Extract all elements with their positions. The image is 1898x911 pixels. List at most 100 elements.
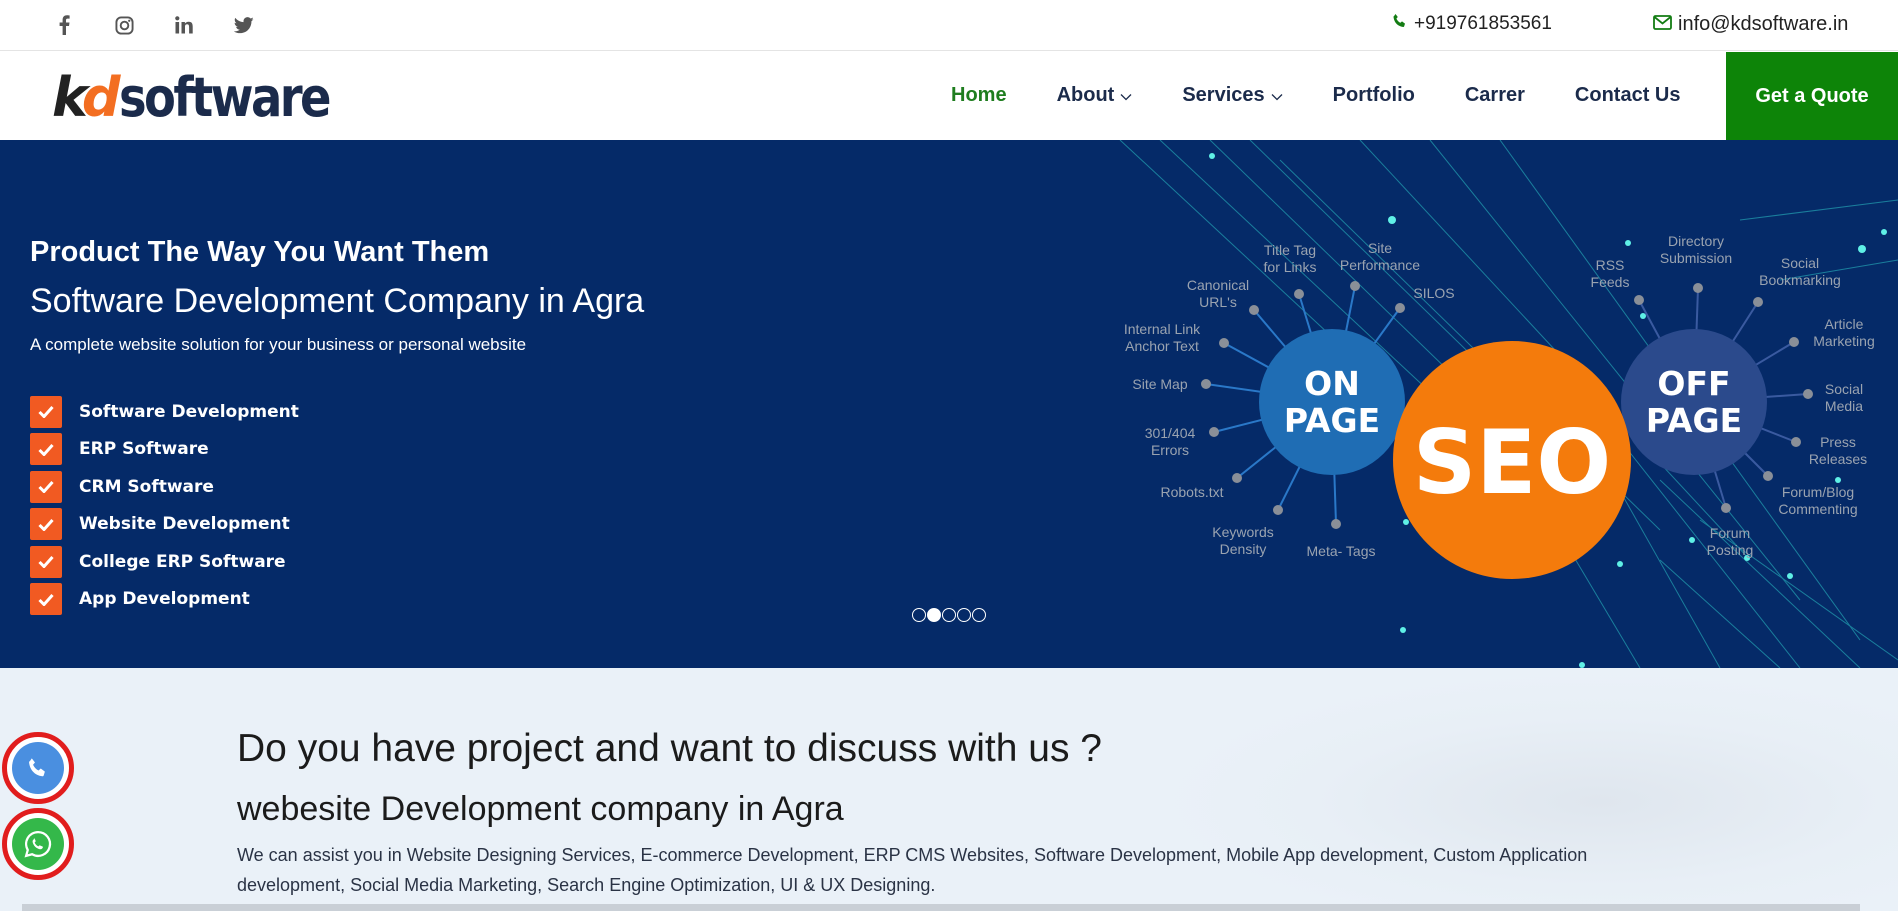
svg-text:Releases: Releases xyxy=(1809,451,1867,467)
nav-about[interactable]: About xyxy=(1057,84,1133,107)
nav-carrer[interactable]: Carrer xyxy=(1465,84,1525,107)
section-heading: Do you have project and want to discuss … xyxy=(237,727,1102,770)
social-links xyxy=(52,13,256,37)
feature-label: App Development xyxy=(79,589,250,609)
chevron-down-icon xyxy=(1120,84,1132,107)
svg-text:Site: Site xyxy=(1368,240,1392,256)
list-item: ERP Software xyxy=(30,433,299,465)
phone-icon xyxy=(1392,13,1408,35)
svg-text:Marketing: Marketing xyxy=(1813,333,1874,349)
svg-text:PAGE: PAGE xyxy=(1646,401,1742,440)
svg-text:Robots.txt: Robots.txt xyxy=(1160,484,1223,500)
phone-number[interactable]: +919761853561 xyxy=(1414,13,1552,35)
top-bar: +919761853561 info@kdsoftware.in xyxy=(0,0,1898,51)
list-item: Software Development xyxy=(30,395,299,428)
check-icon xyxy=(30,470,62,503)
slider-dot[interactable] xyxy=(942,608,956,622)
check-icon xyxy=(30,433,62,465)
hero-slider: Product The Way You Want Them Software D… xyxy=(0,140,1898,668)
svg-text:Meta- Tags: Meta- Tags xyxy=(1307,543,1376,559)
nav-services-label: Services xyxy=(1182,84,1265,106)
svg-text:Submission: Submission xyxy=(1660,250,1732,266)
whatsapp-icon xyxy=(12,818,64,870)
feature-label: ERP Software xyxy=(79,439,209,459)
hero-tagline: A complete website solution for your bus… xyxy=(30,335,527,354)
slider-dot[interactable] xyxy=(972,608,986,622)
svg-text:Bookmarking: Bookmarking xyxy=(1759,272,1841,288)
svg-text:Directory: Directory xyxy=(1668,233,1724,249)
svg-text:Commenting: Commenting xyxy=(1778,501,1857,517)
logo-mark: kd xyxy=(52,66,121,129)
nav-services[interactable]: Services xyxy=(1182,84,1283,107)
slider-dot-active[interactable] xyxy=(927,608,941,622)
list-item: App Development xyxy=(30,583,299,615)
svg-text:PAGE: PAGE xyxy=(1284,401,1380,440)
nav-portfolio-label: Portfolio xyxy=(1332,84,1415,106)
svg-text:RSS: RSS xyxy=(1596,257,1625,273)
chevron-down-icon xyxy=(1271,84,1283,107)
check-icon xyxy=(30,508,62,540)
list-item: Website Development xyxy=(30,508,299,540)
svg-text:Anchor Text: Anchor Text xyxy=(1125,338,1199,354)
nav-contact-label: Contact Us xyxy=(1574,84,1681,106)
seo-illustration: Title Tagfor Links SitePerformance Canon… xyxy=(1119,140,1898,668)
feature-label: CRM Software xyxy=(79,476,214,497)
svg-text:Posting: Posting xyxy=(1707,542,1754,558)
svg-text:Social: Social xyxy=(1781,255,1819,271)
get-a-quote-button[interactable]: Get a Quote xyxy=(1726,52,1898,140)
nav-carrer-label: Carrer xyxy=(1464,84,1525,106)
svg-text:SEO: SEO xyxy=(1413,411,1611,514)
nav-home-label: Home xyxy=(951,84,1007,106)
main-header: kd software Home About Services Portfoli… xyxy=(0,52,1898,140)
svg-text:Feeds: Feeds xyxy=(1591,274,1630,290)
list-item: CRM Software xyxy=(30,470,299,503)
svg-text:Errors: Errors xyxy=(1151,442,1189,458)
svg-text:Keywords: Keywords xyxy=(1212,524,1273,540)
svg-text:URL's: URL's xyxy=(1199,294,1237,310)
envelope-icon xyxy=(1653,13,1672,36)
discuss-project-section: Do you have project and want to discuss … xyxy=(0,668,1898,911)
nav-contact-us[interactable]: Contact Us xyxy=(1575,84,1681,107)
svg-text:Canonical: Canonical xyxy=(1187,277,1249,293)
linkedin-icon[interactable] xyxy=(172,13,196,37)
instagram-icon[interactable] xyxy=(112,13,136,37)
section-subheading: webesite Development company in Agra xyxy=(237,790,844,828)
primary-nav: Home About Services Portfolio Carrer Con… xyxy=(951,84,1730,107)
svg-text:Internal Link: Internal Link xyxy=(1124,321,1201,337)
nav-portfolio[interactable]: Portfolio xyxy=(1333,84,1415,107)
email-address[interactable]: info@kdsoftware.in xyxy=(1678,13,1848,36)
slider-dot[interactable] xyxy=(957,608,971,622)
hero-subtitle: Software Development Company in Agra xyxy=(30,282,645,320)
call-floating-button[interactable] xyxy=(2,732,74,804)
email-contact[interactable]: info@kdsoftware.in xyxy=(1653,13,1848,36)
svg-text:Performance: Performance xyxy=(1340,257,1420,273)
svg-text:ON: ON xyxy=(1304,364,1360,403)
svg-text:Forum: Forum xyxy=(1710,525,1750,541)
whatsapp-floating-button[interactable] xyxy=(2,808,74,880)
kd-software-logo[interactable]: kd software xyxy=(52,62,363,128)
slider-dot[interactable] xyxy=(912,608,926,622)
nav-home[interactable]: Home xyxy=(951,84,1007,107)
svg-text:for Links: for Links xyxy=(1264,259,1317,275)
slider-pagination xyxy=(912,608,986,622)
svg-text:Article: Article xyxy=(1825,316,1864,332)
svg-text:301/404: 301/404 xyxy=(1145,425,1196,441)
svg-text:Media: Media xyxy=(1825,398,1863,414)
feature-label: Software Development xyxy=(79,401,299,422)
phone-contact[interactable]: +919761853561 xyxy=(1392,13,1552,35)
svg-text:OFF: OFF xyxy=(1657,364,1730,403)
facebook-icon[interactable] xyxy=(52,13,76,37)
check-icon xyxy=(30,545,62,578)
nav-about-label: About xyxy=(1056,84,1115,106)
hero-feature-list: Software Development ERP Software CRM So… xyxy=(30,395,299,621)
list-item: College ERP Software xyxy=(30,545,299,578)
svg-text:Social: Social xyxy=(1825,381,1863,397)
feature-label: Website Development xyxy=(79,514,290,534)
svg-text:Density: Density xyxy=(1220,541,1267,557)
check-icon xyxy=(30,583,62,615)
twitter-icon[interactable] xyxy=(232,13,256,37)
hero-title: Product The Way You Want Them xyxy=(30,236,490,268)
logo-text: software xyxy=(118,66,332,129)
svg-text:Press: Press xyxy=(1820,434,1856,450)
svg-text:Title Tag: Title Tag xyxy=(1264,242,1316,258)
